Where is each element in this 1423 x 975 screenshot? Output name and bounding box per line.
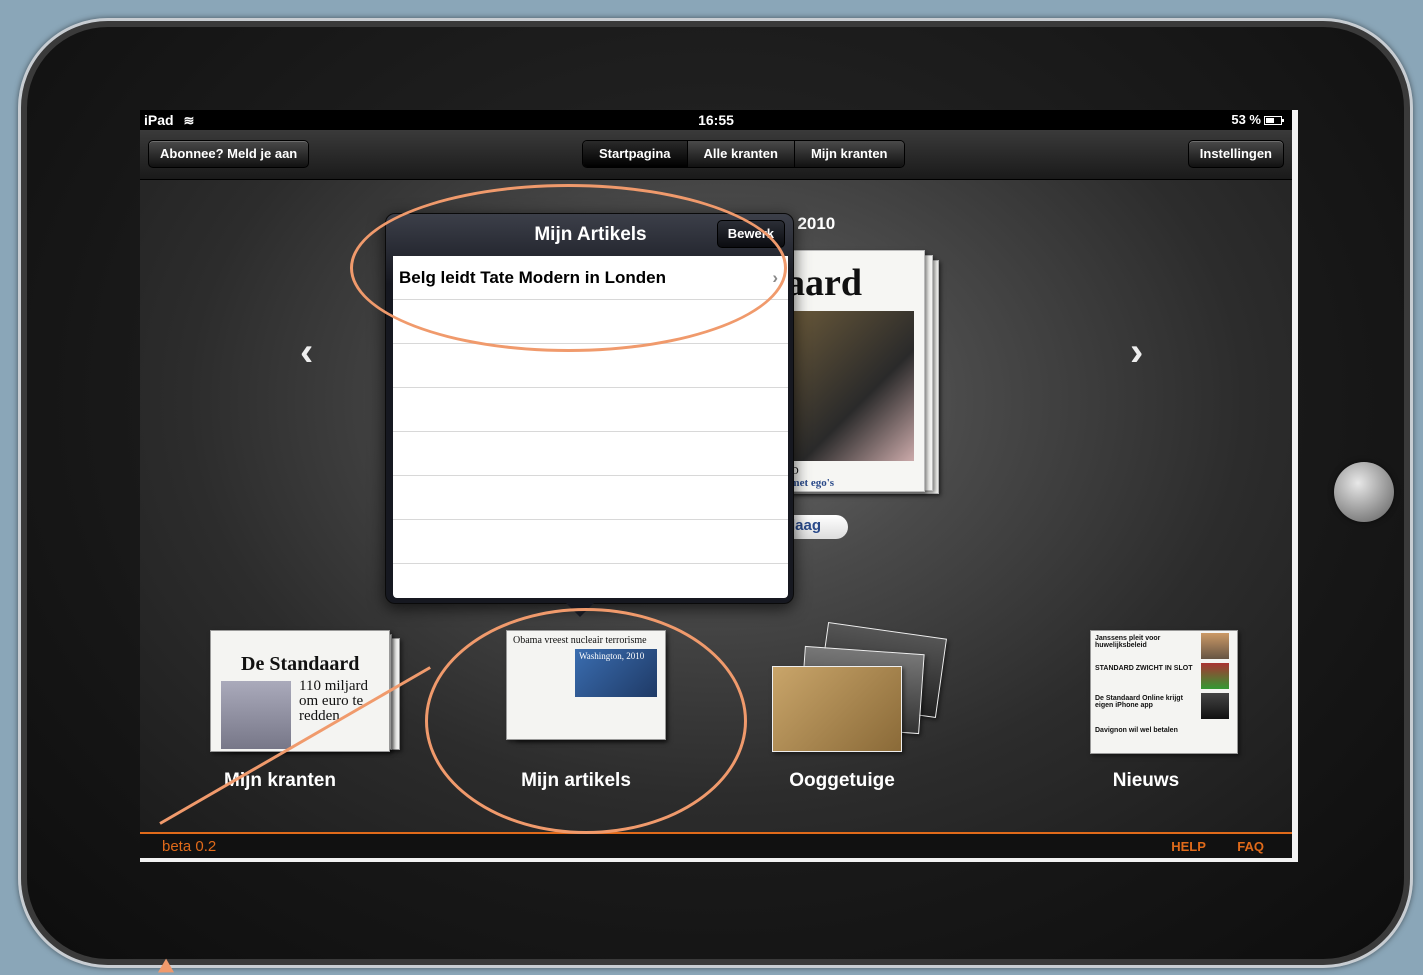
empty-row (393, 476, 788, 520)
mini-masthead: De Standaard (241, 653, 360, 675)
paper-masthead: aard (786, 262, 862, 304)
news-item-2: STANDARD ZWICHT IN SLOT (1095, 665, 1193, 672)
featured-date: i 2010 (788, 214, 836, 233)
nav-segmented-control: Startpagina Alle kranten Mijn kranten (582, 140, 905, 168)
empty-row (393, 520, 788, 564)
tab-mijn-kranten[interactable]: Mijn kranten (794, 141, 904, 167)
news-item-3: De Standaard Online krijgt eigen iPhone … (1095, 695, 1183, 709)
empty-row (393, 388, 788, 432)
tile-nieuws[interactable]: Janssens pleit voor huwelijksbeleid STAN… (1026, 630, 1266, 820)
battery-percent: 53 % (1231, 112, 1261, 127)
status-right: 53 % (1231, 112, 1284, 127)
annotation-ellipse-tile (425, 608, 747, 834)
settings-button[interactable]: Instellingen (1187, 140, 1284, 168)
ooggetuige-thumbnail (752, 622, 947, 755)
featured-newspaper[interactable]: aard LD t met ego's (775, 250, 945, 500)
status-bar: iPad ≋ 16:55 53 % (140, 110, 1292, 130)
news-thumb-2 (1201, 663, 1229, 689)
faq-link[interactable]: FAQ (1237, 839, 1264, 854)
version-label: beta 0.2 (162, 838, 217, 855)
news-item-1: Janssens pleit voor huwelijksbeleid (1095, 635, 1161, 649)
home-button[interactable] (1334, 462, 1394, 522)
top-toolbar: Abonnee? Meld je aan Startpagina Alle kr… (140, 130, 1292, 180)
paper-front: aard LD t met ego's (775, 250, 925, 492)
footer-links: HELP FAQ (1143, 839, 1264, 854)
tile-ooggetuige[interactable]: Ooggetuige (722, 622, 962, 820)
tile-label-mijn-kranten: Mijn kranten (224, 770, 336, 791)
tab-alle-kranten[interactable]: Alle kranten (687, 141, 795, 167)
news-item-4: Davignon wil wel betalen (1095, 727, 1178, 734)
news-thumb-3 (1201, 693, 1229, 719)
annotation-ellipse-popover (350, 184, 787, 352)
nieuws-thumbnail: Janssens pleit voor huwelijksbeleid STAN… (1056, 630, 1238, 755)
paper-photo (784, 311, 914, 461)
next-arrow-icon[interactable]: › (1130, 330, 1143, 375)
tab-startpagina[interactable]: Startpagina (583, 141, 688, 167)
footer-bar: beta 0.2 HELP FAQ (140, 832, 1292, 858)
previous-arrow-icon[interactable]: ‹ (300, 330, 313, 375)
help-link[interactable]: HELP (1171, 839, 1205, 854)
status-time: 16:55 (698, 112, 734, 128)
tile-mijn-kranten[interactable]: De Standaard 110 miljard om euro te redd… (160, 630, 400, 820)
login-button[interactable]: Abonnee? Meld je aan (148, 140, 310, 168)
news-thumb-1 (1201, 633, 1229, 659)
empty-row (393, 564, 788, 598)
battery-icon (1264, 116, 1284, 126)
empty-row (393, 432, 788, 476)
mini-photo (221, 681, 291, 749)
tile-label-nieuws: Nieuws (1112, 770, 1180, 791)
tile-label-ooggetuige: Ooggetuige (789, 770, 895, 791)
mijn-kranten-thumbnail: De Standaard 110 miljard om euro te redd… (190, 630, 400, 755)
